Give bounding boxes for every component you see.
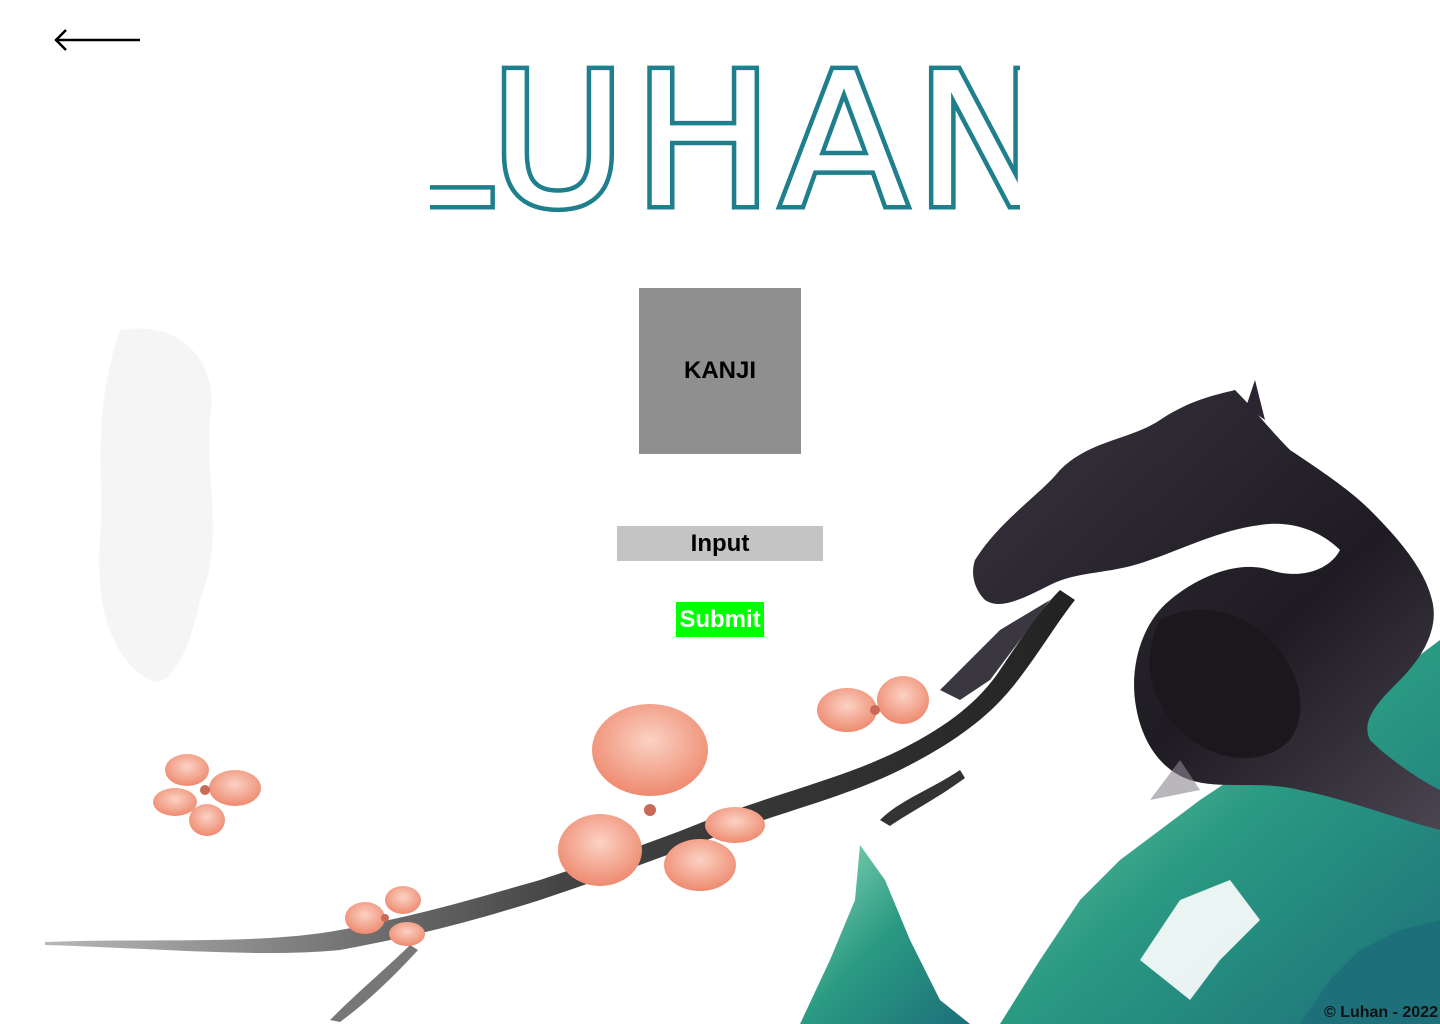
kanji-card: KANJI <box>639 288 801 454</box>
submit-button[interactable]: Submit <box>676 602 764 637</box>
submit-label: Submit <box>679 605 761 633</box>
arrow-left-icon[interactable] <box>52 24 144 56</box>
logo: LUHAN <box>430 55 1020 225</box>
blossom-flower <box>153 754 261 836</box>
kanji-label: KANJI <box>683 357 756 384</box>
answer-input[interactable]: Input <box>617 526 823 561</box>
page: LUHAN KANJI Input Submit © Luhan - 2022 <box>0 0 1440 1024</box>
logo-text: LUHAN <box>430 55 1020 225</box>
blossom-flower <box>558 704 765 891</box>
copyright-footer: © Luhan - 2022 <box>1323 1004 1438 1021</box>
dragon <box>940 380 1440 830</box>
ink-wash <box>99 328 213 682</box>
blossom-flower <box>817 676 929 732</box>
input-label: Input <box>690 529 750 557</box>
